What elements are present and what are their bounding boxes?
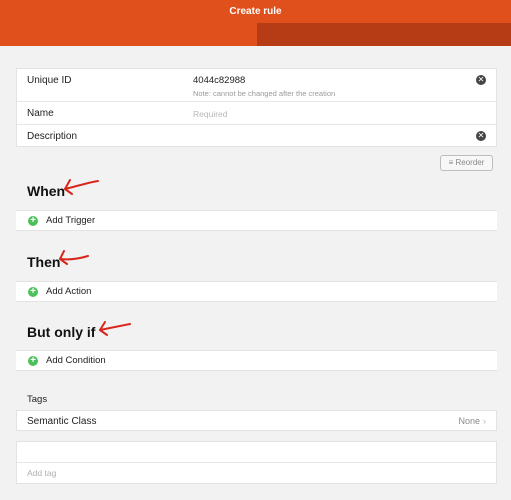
- reorder-icon: ≡: [448, 158, 454, 167]
- rule-details-card: Unique ID 4044c82988 Note: cannot be cha…: [16, 68, 497, 147]
- tags-heading: Tags: [27, 394, 48, 405]
- description-label: Description: [27, 131, 78, 142]
- app-header: Create rule: [0, 0, 511, 46]
- add-action-icon: +: [28, 287, 38, 297]
- tag-list-row: [17, 442, 496, 463]
- uid-note: Note: cannot be changed after the creati…: [193, 89, 336, 98]
- name-label: Name: [27, 108, 54, 119]
- reorder-label: Reorder: [455, 158, 485, 167]
- but-only-if-heading: But only if: [27, 324, 96, 340]
- add-condition-row[interactable]: + Add Condition: [16, 350, 497, 371]
- when-heading: When: [27, 183, 66, 199]
- semantic-class-value: None: [458, 416, 480, 426]
- description-row: Description ✕: [17, 125, 496, 147]
- add-trigger-icon: +: [28, 216, 38, 226]
- uid-label: Unique ID: [27, 75, 72, 86]
- add-action-label: Add Action: [46, 286, 92, 297]
- clear-description-icon[interactable]: ✕: [476, 131, 486, 141]
- semantic-class-row[interactable]: Semantic Class None ›: [16, 410, 497, 431]
- header-accent-bar: [257, 23, 511, 46]
- tags-card: Add tag: [16, 441, 497, 484]
- name-field[interactable]: Required: [193, 109, 228, 119]
- add-action-row[interactable]: + Add Action: [16, 281, 497, 302]
- reorder-button[interactable]: ≡ Reorder: [440, 155, 493, 171]
- chevron-right-icon: ›: [483, 416, 486, 426]
- annotation-arrow-when: [64, 179, 99, 195]
- annotation-arrow-then: [59, 250, 89, 265]
- add-condition-icon: +: [28, 356, 38, 366]
- semantic-class-label: Semantic Class: [27, 416, 97, 427]
- annotation-arrow-but-only-if: [99, 321, 131, 336]
- add-trigger-row[interactable]: + Add Trigger: [16, 210, 497, 231]
- add-condition-label: Add Condition: [46, 355, 106, 366]
- uid-row: Unique ID 4044c82988 Note: cannot be cha…: [17, 69, 496, 102]
- add-tag-row[interactable]: Add tag: [17, 463, 496, 484]
- add-trigger-label: Add Trigger: [46, 215, 96, 226]
- add-tag-input[interactable]: Add tag: [27, 468, 56, 478]
- clear-uid-icon[interactable]: ✕: [476, 75, 486, 85]
- uid-field[interactable]: 4044c82988: [193, 75, 245, 86]
- semantic-class-value-wrap: None ›: [458, 416, 486, 426]
- page-title: Create rule: [229, 6, 282, 17]
- name-row: Name Required: [17, 102, 496, 125]
